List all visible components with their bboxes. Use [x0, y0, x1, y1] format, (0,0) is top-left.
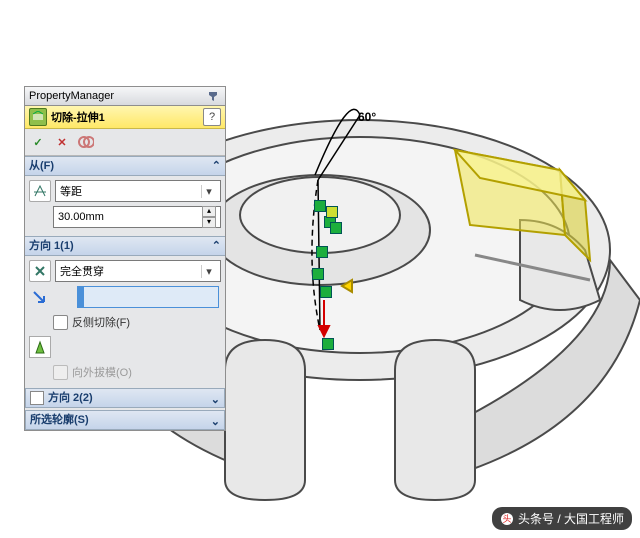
section-dir1-title: 方向 1(1)	[29, 237, 74, 255]
sketch-relation-handle[interactable]	[326, 206, 338, 218]
start-condition-select[interactable]: 等距 ▾	[55, 180, 221, 202]
feature-header: 切除-拉伸1 ?	[25, 106, 225, 129]
pin-icon[interactable]	[205, 89, 221, 103]
pm-title-text: PropertyManager	[29, 87, 114, 105]
checkbox-icon	[53, 365, 68, 380]
caption-text: 头条号 / 大国工程师	[518, 510, 624, 527]
section-from-header[interactable]: 从(F) ⌃	[25, 156, 225, 176]
end-condition-select[interactable]: 完全贯穿 ▾	[55, 260, 221, 282]
reverse-direction-icon[interactable]	[29, 260, 51, 282]
draft-icon[interactable]	[29, 336, 51, 358]
spinner-icon[interactable]: ▴▾	[202, 206, 216, 228]
section-dir2-title: 方向 2(2)	[48, 389, 93, 407]
feature-name: 切除-拉伸1	[51, 109, 199, 125]
chevron-down-icon: ▾	[201, 185, 216, 198]
headline-icon: 头	[500, 512, 514, 526]
detail-preview-button[interactable]	[77, 133, 95, 151]
sketch-relation-handle[interactable]	[320, 286, 332, 298]
attribution-caption: 头 头条号 / 大国工程师	[492, 507, 632, 530]
cancel-button[interactable]: ✕	[53, 133, 71, 151]
ok-button[interactable]: ✓	[29, 133, 47, 151]
flip-side-label: 反侧切除(F)	[72, 314, 130, 330]
chevron-down-icon: ⌄	[211, 413, 220, 431]
start-condition-icon	[29, 180, 51, 202]
section-from-body: 等距 ▾ 30.00mm ▴▾	[25, 176, 225, 236]
direction-vector-input[interactable]	[77, 286, 219, 308]
section-contours-title: 所选轮廓(S)	[30, 411, 89, 429]
checkbox-icon	[53, 315, 68, 330]
pm-titlebar: PropertyManager	[25, 87, 225, 106]
draft-outward-checkbox: 向外拔模(O)	[29, 362, 221, 382]
sketch-relation-handle[interactable]	[312, 268, 324, 280]
section-contours-header[interactable]: 所选轮廓(S) ⌄	[25, 410, 225, 430]
checkbox-icon	[30, 391, 44, 405]
sketch-relation-handle[interactable]	[322, 338, 334, 350]
offset-distance-input[interactable]: 30.00mm ▴▾	[53, 206, 221, 228]
start-condition-value: 等距	[60, 183, 82, 199]
chevron-down-icon: ⌄	[211, 391, 220, 409]
chevron-up-icon: ⌃	[212, 237, 221, 255]
sketch-relation-handle[interactable]	[330, 222, 342, 234]
chevron-up-icon: ⌃	[212, 157, 221, 175]
sketch-relation-handle[interactable]	[314, 200, 326, 212]
ok-cancel-row: ✓ ✕	[25, 129, 225, 156]
flip-side-checkbox[interactable]: 反侧切除(F)	[29, 312, 221, 332]
chevron-down-icon: ▾	[201, 265, 216, 278]
section-dir1-body: 完全贯穿 ▾ 反侧切除(F) 向外拔模(O)	[25, 256, 225, 386]
svg-text:头: 头	[502, 514, 511, 524]
section-from-title: 从(F)	[29, 157, 54, 175]
offset-distance-value: 30.00mm	[58, 211, 104, 223]
cut-extrude-icon	[29, 108, 47, 126]
angle-dimension[interactable]: 60°	[358, 110, 376, 124]
help-button[interactable]: ?	[203, 108, 221, 126]
section-dir2-header[interactable]: 方向 2(2) ⌄	[25, 388, 225, 408]
depth-arrow-icon	[29, 287, 49, 307]
draft-outward-label: 向外拔模(O)	[72, 364, 132, 380]
section-dir1-header[interactable]: 方向 1(1) ⌃	[25, 236, 225, 256]
property-manager-panel: PropertyManager 切除-拉伸1 ? ✓ ✕ 从(F) ⌃ 等距 ▾	[24, 86, 226, 431]
end-condition-value: 完全贯穿	[60, 263, 104, 279]
sketch-relation-handle[interactable]	[316, 246, 328, 258]
